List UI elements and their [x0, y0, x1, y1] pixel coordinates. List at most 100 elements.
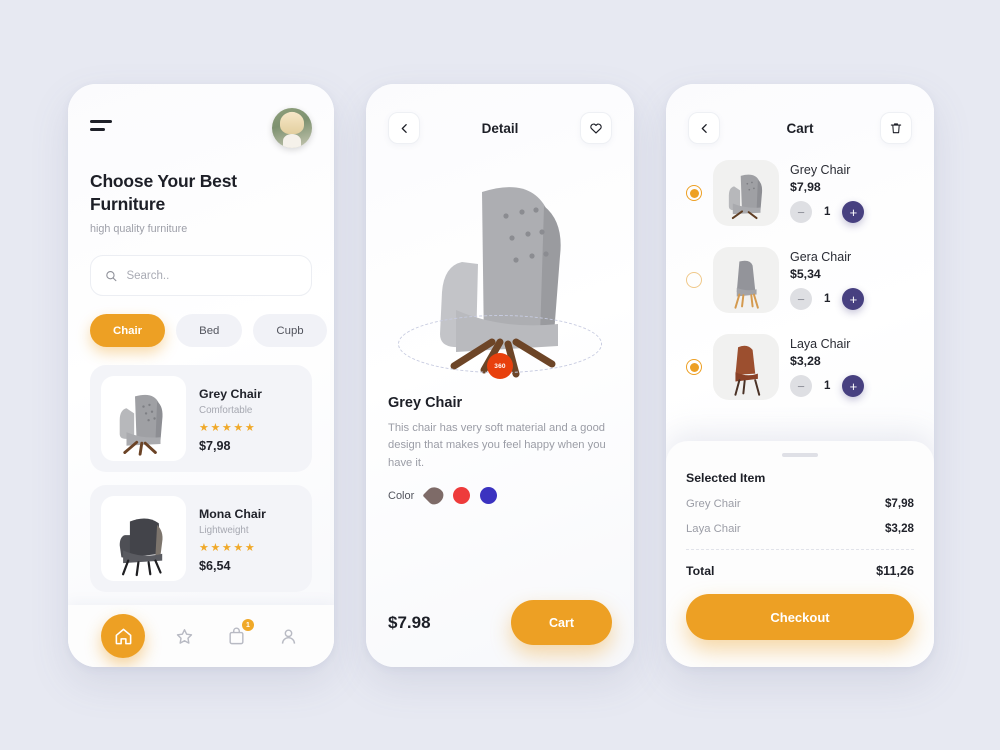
- quantity-stepper: − 1 +: [790, 375, 865, 397]
- category-chip-bed[interactable]: Bed: [176, 314, 243, 348]
- home-screen: Choose Your Best Furniture high quality …: [68, 84, 334, 667]
- category-chip-chair[interactable]: Chair: [90, 314, 166, 348]
- product-hero-image: 360: [366, 150, 634, 395]
- rotate-360-badge[interactable]: 360: [487, 353, 513, 379]
- summary-row: Grey Chair $7,98: [686, 497, 914, 510]
- checkout-bottom-sheet: Selected Item Grey Chair $7,98 Laya Chai…: [666, 441, 934, 667]
- product-description: This chair has very soft material and a …: [388, 422, 606, 469]
- quantity-stepper: − 1 +: [790, 288, 865, 310]
- search-input[interactable]: [126, 269, 297, 282]
- selected-item-title: Selected Item: [686, 471, 766, 485]
- summary-item-name: Laya Chair: [686, 522, 741, 535]
- summary-row: Laya Chair $3,28: [686, 522, 914, 535]
- total-label: Total: [686, 564, 715, 578]
- home-top-section: Choose Your Best Furniture high quality …: [68, 84, 334, 593]
- cart-item-info: Gera Chair $5,34 − 1 +: [790, 250, 865, 310]
- summary-item-price: $7,98: [884, 497, 914, 510]
- quantity-value: 1: [824, 380, 831, 392]
- bag-icon: [228, 627, 244, 644]
- back-button[interactable]: [688, 112, 720, 144]
- cart-item-radio[interactable]: [686, 359, 702, 375]
- increase-quantity-button[interactable]: +: [842, 375, 865, 397]
- chevron-left-icon: [401, 123, 407, 133]
- cart-item-radio[interactable]: [686, 272, 702, 288]
- tab-home[interactable]: [101, 614, 145, 658]
- search-bar[interactable]: [90, 255, 312, 297]
- cart-item-gera-chair: Gera Chair $5,34 − 1 +: [686, 247, 914, 313]
- detail-header: Detail: [366, 84, 634, 144]
- favorite-button[interactable]: [579, 112, 612, 144]
- purchase-bar: $7.98 Cart: [366, 600, 634, 645]
- page-title: Detail: [481, 120, 519, 136]
- decrease-quantity-button[interactable]: −: [790, 288, 812, 310]
- cart-item-grey-chair: Grey Chair $7,98 − 1 +: [686, 160, 914, 226]
- page-title: Cart: [786, 120, 814, 136]
- product-card-mona-chair[interactable]: Mona Chair Lightweight ★★★★★ $6,54: [90, 485, 312, 593]
- bag-badge: 1: [242, 619, 254, 631]
- product-card-grey-chair[interactable]: Grey Chair Comfortable ★★★★★ $7,98: [90, 365, 312, 473]
- cart-item-name: Gera Chair: [790, 250, 852, 264]
- decrease-quantity-button[interactable]: −: [790, 201, 812, 223]
- star-icon: [176, 628, 192, 644]
- page-subtitle: high quality furniture: [90, 223, 188, 236]
- profile-icon: [281, 628, 295, 644]
- summary-item-name: Grey Chair: [686, 497, 741, 510]
- product-price: $7,98: [199, 438, 231, 453]
- product-name: Grey Chair: [388, 395, 463, 411]
- cart-item-name: Laya Chair: [790, 337, 851, 351]
- color-swatch-taupe[interactable]: [422, 483, 447, 508]
- product-tag: Lightweight: [199, 524, 249, 536]
- detail-price: $7.98: [388, 612, 431, 632]
- detail-screen: Detail 360 Grey Chair This chair has ver…: [366, 84, 634, 667]
- home-icon: [115, 628, 131, 644]
- cart-item-info: Grey Chair $7,98 − 1 +: [790, 163, 865, 223]
- cart-header: Cart: [666, 84, 934, 144]
- cart-item-price: $3,28: [790, 354, 821, 368]
- grey-chair-illustration: [728, 174, 763, 220]
- back-button[interactable]: [388, 112, 420, 144]
- color-swatch-blue[interactable]: [480, 487, 498, 505]
- cart-item-thumbnail: [713, 334, 779, 400]
- increase-quantity-button[interactable]: +: [842, 288, 865, 310]
- laya-chair-illustration: [734, 345, 761, 396]
- product-info: Grey Chair Comfortable ★★★★★ $7,98: [199, 385, 262, 453]
- mona-chair-illustration: [119, 518, 163, 577]
- quantity-stepper: − 1 +: [790, 201, 865, 223]
- delete-all-button[interactable]: [879, 112, 912, 144]
- category-chip-cupboard[interactable]: Cupb: [253, 314, 327, 348]
- product-tag: Comfortable: [199, 404, 253, 416]
- cart-item-price: $7,98: [790, 180, 821, 194]
- cart-item-name: Grey Chair: [790, 163, 851, 177]
- summary-item-price: $3,28: [884, 522, 914, 535]
- increase-quantity-button[interactable]: +: [842, 201, 865, 223]
- checkout-button[interactable]: Checkout: [686, 594, 914, 640]
- decrease-quantity-button[interactable]: −: [790, 375, 812, 397]
- tab-bag[interactable]: 1: [223, 619, 254, 649]
- cart-item-radio[interactable]: [686, 185, 702, 201]
- user-avatar[interactable]: [272, 108, 312, 148]
- product-price: $6,54: [199, 558, 231, 573]
- total-row: Total $11,26: [686, 564, 914, 578]
- chevron-left-icon: [701, 123, 707, 133]
- quantity-value: 1: [824, 206, 831, 218]
- search-icon: [106, 270, 117, 281]
- divider: [686, 549, 914, 550]
- cart-screen: Cart Grey Chair $7,98 − 1 + Gera Chair $…: [666, 84, 934, 667]
- product-name: Mona Chair: [199, 506, 266, 521]
- page-title: Choose Your Best Furniture: [90, 171, 237, 215]
- heart-icon: [590, 123, 602, 134]
- add-to-cart-button[interactable]: Cart: [511, 600, 612, 645]
- tab-favorites[interactable]: [171, 623, 197, 649]
- category-chip-list: Chair Bed Cupb: [90, 314, 327, 348]
- detail-body: Grey Chair This chair has very soft mate…: [366, 395, 634, 508]
- product-thumbnail: [101, 376, 186, 462]
- cart-item-info: Laya Chair $3,28 − 1 +: [790, 337, 865, 397]
- hamburger-icon[interactable]: [90, 120, 112, 135]
- home-header-row: [90, 108, 312, 148]
- product-list: Grey Chair Comfortable ★★★★★ $7,98 Mona …: [90, 365, 312, 593]
- sheet-grabber[interactable]: [782, 453, 818, 457]
- color-swatch-red[interactable]: [453, 487, 471, 505]
- product-name: Grey Chair: [199, 386, 262, 401]
- tab-profile[interactable]: [275, 623, 301, 649]
- cart-item-laya-chair: Laya Chair $3,28 − 1 +: [686, 334, 914, 400]
